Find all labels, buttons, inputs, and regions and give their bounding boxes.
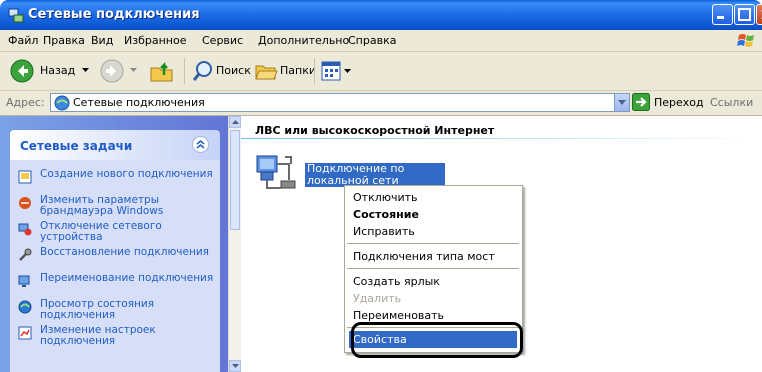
- back-button[interactable]: Назад: [4, 56, 92, 86]
- back-arrow-icon: [10, 59, 34, 83]
- disable-device-icon: [18, 223, 32, 236]
- menu-tools[interactable]: Сервис: [202, 34, 243, 47]
- chevron-down-icon: [82, 68, 89, 72]
- go-button[interactable]: Переход: [632, 93, 704, 112]
- chevron-down-icon: [344, 69, 351, 73]
- menu-advanced[interactable]: Дополнительно: [258, 34, 349, 47]
- task-label: Просмотр состояния подключения: [40, 298, 155, 321]
- network-tasks-header[interactable]: Сетевые задачи: [10, 130, 220, 160]
- menu-item-delete: Удалить: [353, 292, 402, 305]
- chevron-down-icon: [130, 68, 137, 72]
- menu-item-create-shortcut[interactable]: Создать ярлык: [349, 273, 517, 290]
- address-bar: Адрес: Сетевые подключения Переход Ссылк…: [0, 91, 762, 116]
- scroll-up-button[interactable]: [229, 116, 241, 128]
- menu-item-repair[interactable]: Исправить: [349, 223, 517, 240]
- back-label: Назад: [40, 64, 76, 77]
- collapse-button[interactable]: [192, 136, 209, 153]
- menu-bar: Файл Правка Вид Избранное Сервис Дополни…: [0, 30, 762, 52]
- menu-file[interactable]: Файл: [8, 34, 38, 47]
- forward-button[interactable]: [96, 56, 142, 86]
- menu-separator: [347, 243, 519, 244]
- window-title: Сетевые подключения: [28, 7, 200, 22]
- address-dropdown-button[interactable]: [614, 93, 630, 112]
- scroll-thumb[interactable]: [230, 130, 240, 230]
- chevron-down-icon: [232, 364, 239, 368]
- task-label: Отключение сетевого устройства: [40, 220, 162, 243]
- menu-separator: [347, 268, 519, 269]
- menu-favorites[interactable]: Избранное: [124, 34, 186, 47]
- task-label: Создание нового подключения: [40, 168, 213, 180]
- toolbar-separator: [184, 58, 185, 84]
- maximize-icon: [738, 8, 751, 21]
- forward-arrow-icon: [100, 59, 124, 83]
- task-label: Переименование подключения: [40, 272, 214, 284]
- menu-item-status[interactable]: Состояние: [349, 206, 517, 223]
- task-label: Восстановление подключения: [40, 246, 209, 258]
- menu-view[interactable]: Вид: [91, 34, 113, 47]
- address-value: Сетевые подключения: [73, 96, 205, 109]
- up-folder-button[interactable]: [146, 56, 178, 86]
- up-folder-icon: [150, 61, 173, 82]
- chevron-up-icon: [196, 140, 205, 149]
- menu-edit[interactable]: Правка: [43, 34, 85, 47]
- chevron-down-icon: [618, 100, 626, 105]
- maximize-button[interactable]: [734, 4, 755, 25]
- folders-icon: [255, 65, 278, 80]
- task-pane-scrollbar[interactable]: [228, 116, 241, 372]
- windows-logo-icon: [737, 34, 754, 47]
- title-bar[interactable]: Сетевые подключения: [0, 0, 762, 30]
- go-label: Переход: [654, 96, 704, 109]
- minimize-icon: [717, 16, 724, 19]
- views-icon: [321, 61, 341, 81]
- address-label: Адрес:: [6, 96, 45, 109]
- address-field[interactable]: Сетевые подключения: [50, 93, 616, 112]
- toolbar: Назад Поиск Папки: [0, 52, 762, 91]
- views-button[interactable]: [319, 58, 353, 84]
- rename-icon: [18, 275, 30, 287]
- task-pane: Сетевые задачи Создание нового подключен…: [0, 116, 228, 372]
- lan-connection-label[interactable]: Подключение по локальной сети: [305, 163, 445, 187]
- menu-help[interactable]: Справка: [348, 34, 396, 47]
- repair-icon: [19, 248, 32, 261]
- network-tasks-list: Создание нового подключения Изменить пар…: [10, 160, 220, 372]
- folders-label: Папки: [280, 64, 316, 77]
- menu-item-disable[interactable]: Отключить: [349, 189, 517, 206]
- search-button[interactable]: Поиск: [190, 56, 251, 86]
- network-connections-icon: [8, 8, 24, 23]
- settings-icon: [18, 326, 32, 340]
- minimize-button[interactable]: [712, 4, 733, 25]
- menu-item-bridge[interactable]: Подключения типа мост: [349, 248, 517, 265]
- go-arrow-icon: [632, 93, 650, 111]
- scroll-down-button[interactable]: [229, 360, 241, 372]
- group-divider: [241, 138, 762, 139]
- toolbar-separator: [314, 58, 315, 84]
- task-label: Изменение настроек подключения: [40, 324, 156, 347]
- links-toolbar[interactable]: Ссылки: [710, 96, 753, 109]
- properties-highlight-outline: [351, 322, 523, 358]
- lan-connection-icon[interactable]: [255, 152, 299, 192]
- close-button[interactable]: [756, 4, 762, 25]
- network-tasks-title: Сетевые задачи: [20, 139, 133, 153]
- chevron-up-icon: [232, 120, 239, 124]
- firewall-icon: [19, 197, 31, 209]
- folders-button[interactable]: Папки: [252, 56, 316, 86]
- search-icon: [192, 61, 212, 81]
- network-connections-icon: [54, 95, 70, 111]
- status-icon: [18, 300, 32, 314]
- search-label: Поиск: [216, 64, 251, 77]
- new-connection-icon: [18, 170, 32, 184]
- task-label: Изменить параметры брандмауэра Windows: [40, 194, 164, 217]
- group-header: ЛВС или высокоскоростной Интернет: [255, 124, 495, 137]
